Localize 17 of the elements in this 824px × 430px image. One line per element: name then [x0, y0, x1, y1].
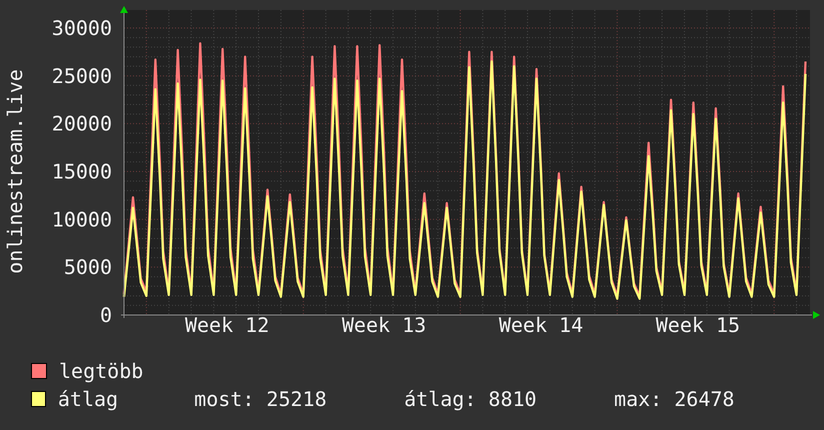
axis-label: 10000 — [52, 207, 112, 232]
legend-stat: átlag: 8810 — [404, 388, 538, 410]
axis-label: 30000 — [52, 16, 112, 40]
legend-stat: max: 26478 — [614, 388, 736, 410]
axis-label: 25000 — [52, 64, 112, 88]
axis-label: Week 12 — [184, 313, 270, 337]
axis-label: 15000 — [52, 160, 112, 184]
axis-title: onlinestream.live — [3, 69, 27, 274]
legend-label: legtöbb — [59, 360, 144, 382]
axis-label: Week 14 — [498, 313, 584, 337]
axis-label: Week 13 — [342, 313, 426, 337]
axis-label: 5000 — [64, 255, 112, 280]
legend-stat: most: 25218 — [194, 388, 328, 410]
axis-label: Week 15 — [656, 313, 740, 337]
legend-label: átlag — [58, 388, 120, 410]
axis-label: 0 — [100, 303, 112, 327]
axis-label: 20000 — [52, 112, 112, 136]
